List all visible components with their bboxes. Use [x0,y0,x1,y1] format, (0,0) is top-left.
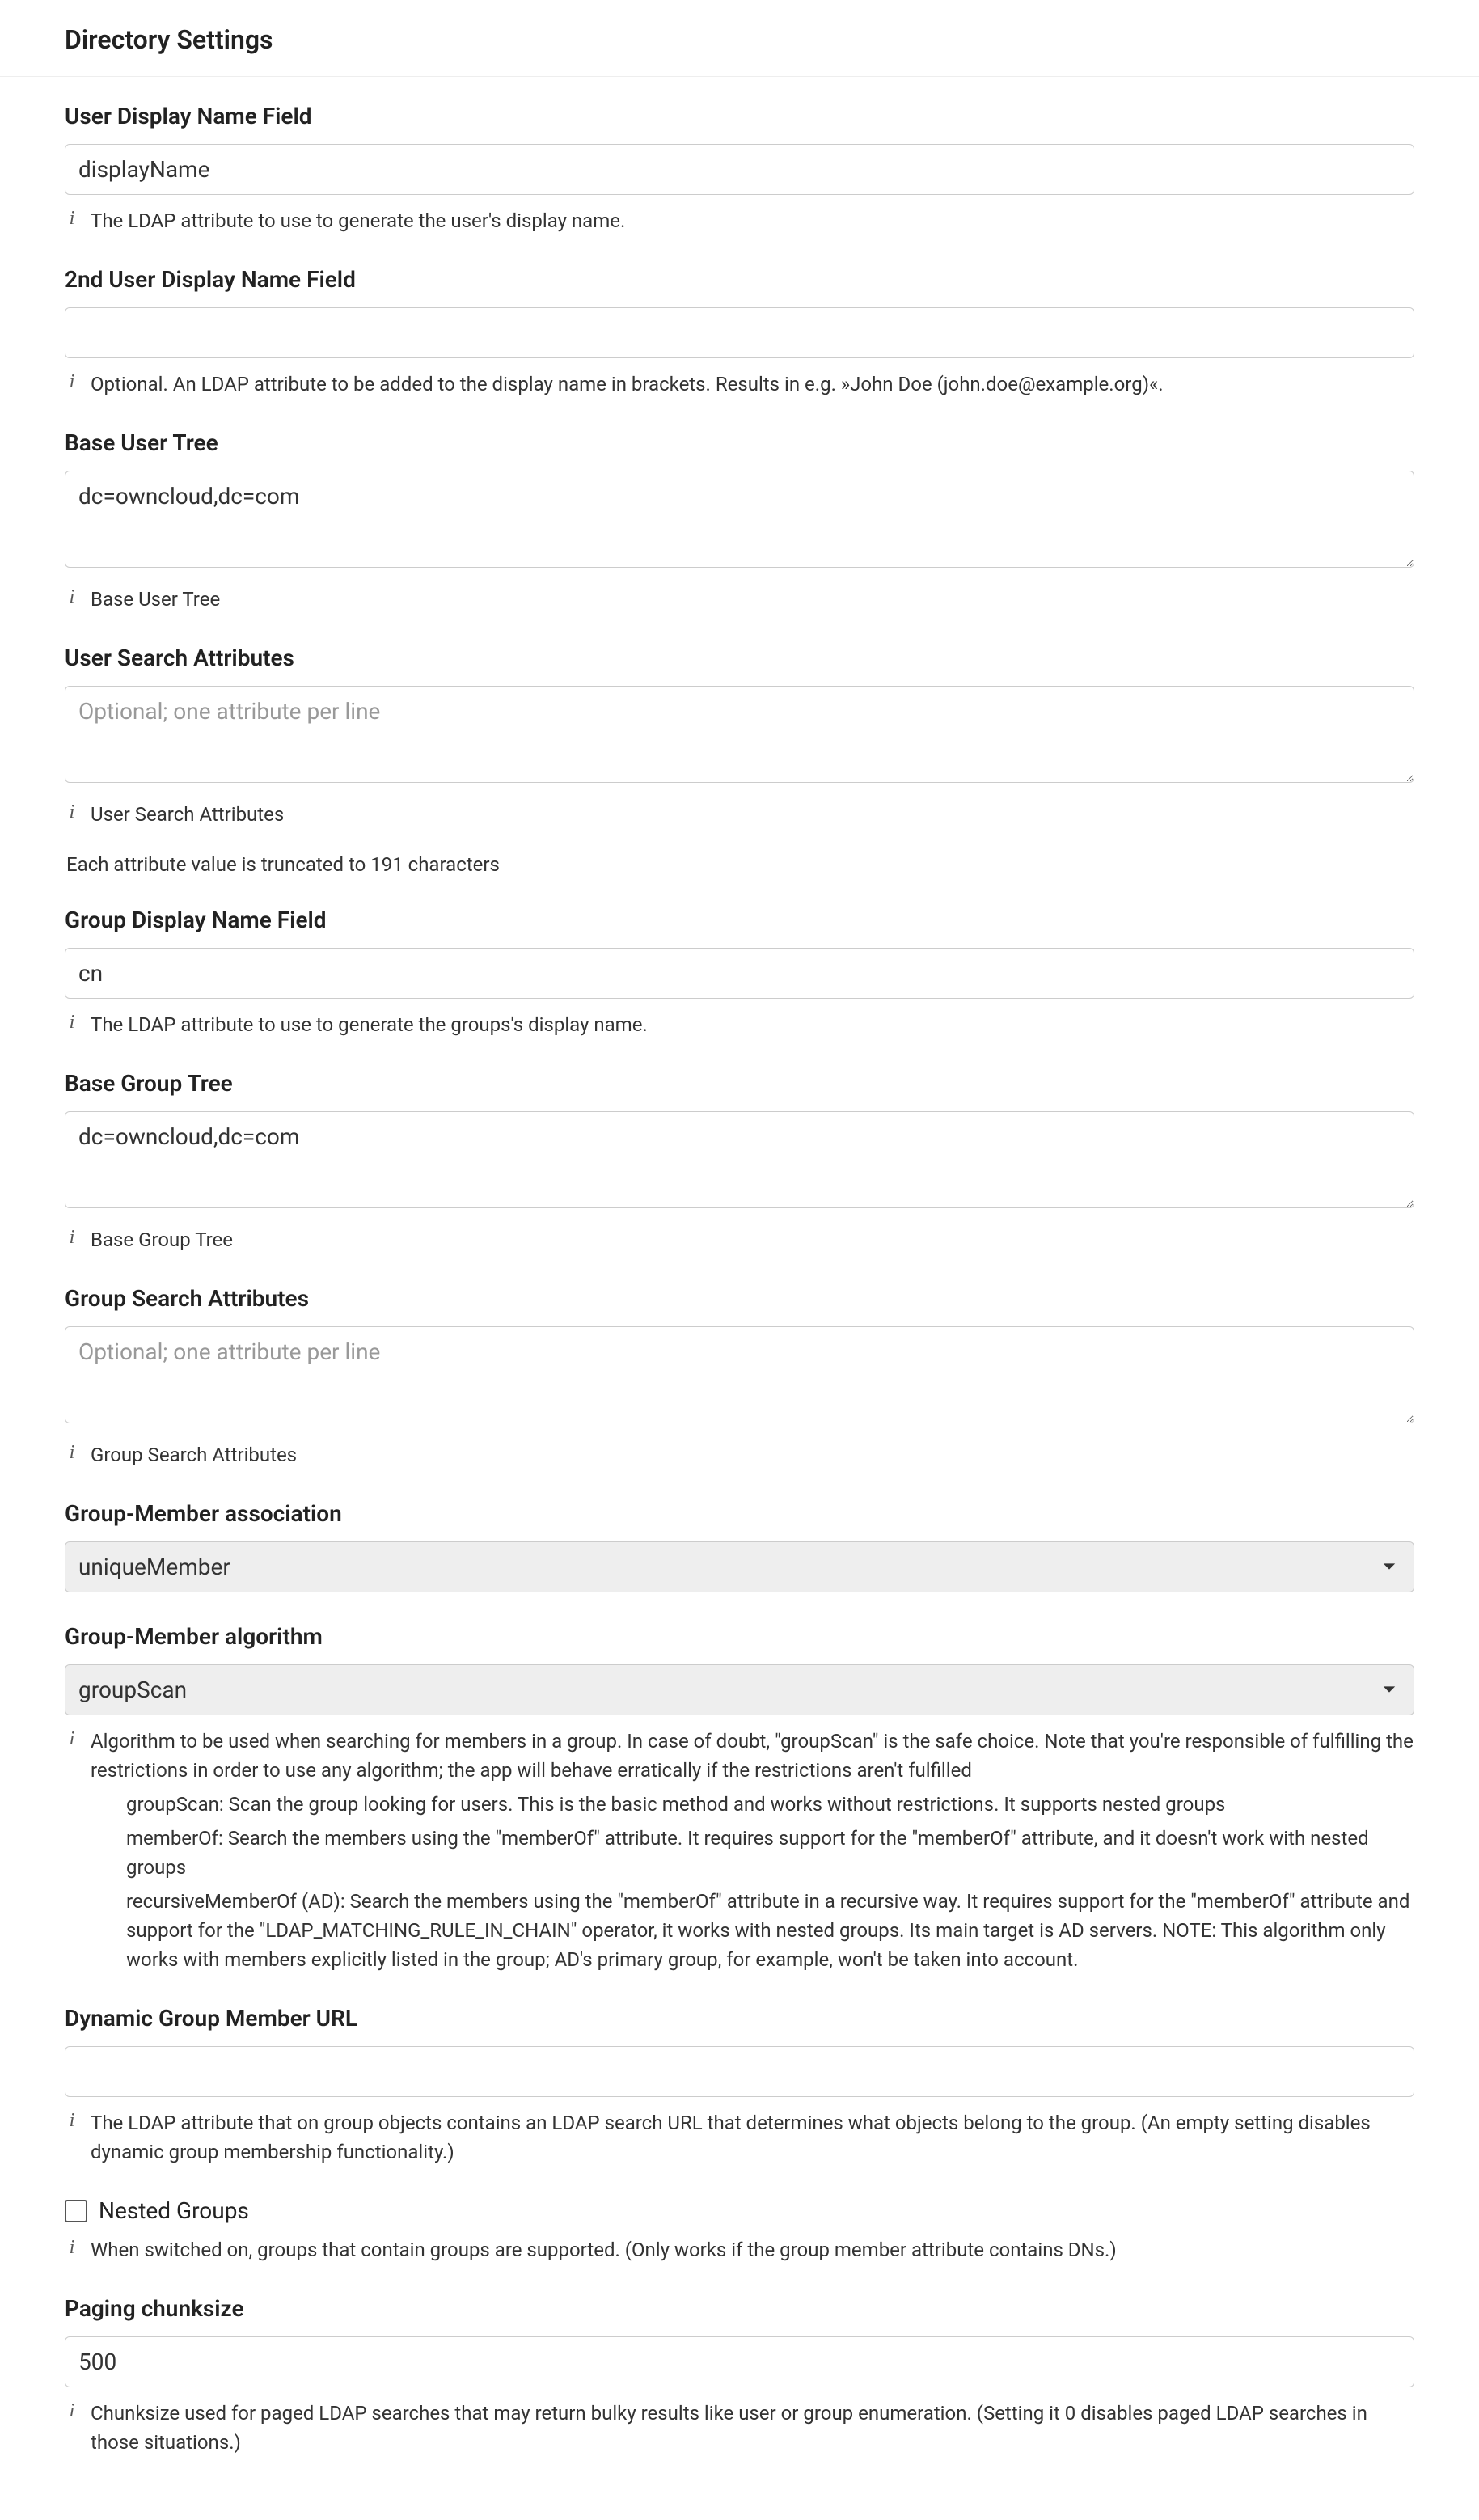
checkbox-nested-groups[interactable] [65,2200,87,2222]
textarea-user-search-attributes[interactable] [65,686,1414,783]
label-dynamic-group-member-url: Dynamic Group Member URL [65,2005,1414,2032]
checkbox-label-nested-groups: Nested Groups [99,2197,249,2224]
info-icon: i [65,2399,79,2424]
select-wrap: groupScan [65,1664,1414,1715]
label-paging-chunksize: Paging chunksize [65,2295,1414,2322]
info-icon: i [65,1440,79,1465]
input-group-display-name[interactable] [65,948,1414,999]
help-text: Group Search Attributes [91,1440,297,1469]
help-user-display-name: i The LDAP attribute to use to generate … [65,206,1414,235]
info-icon: i [65,1010,79,1035]
label-group-member-association: Group-Member association [65,1500,1414,1527]
info-icon: i [65,370,79,395]
label-base-user-tree: Base User Tree [65,429,1414,456]
info-icon: i [65,1225,79,1250]
help-text: Chunksize used for paged LDAP searches t… [91,2399,1414,2457]
field-group-member-algorithm: Group-Member algorithm groupScan i Algor… [65,1623,1414,1974]
help-nested-groups: i When switched on, groups that contain … [65,2235,1414,2264]
help-group-search-attributes: i Group Search Attributes [65,1440,1414,1469]
select-group-member-algorithm[interactable]: groupScan [65,1664,1414,1715]
input-dynamic-group-member-url[interactable] [65,2046,1414,2097]
help-user-search-attributes: i User Search Attributes [65,800,1414,829]
help-base-user-tree: i Base User Tree [65,585,1414,614]
page-title: Directory Settings [65,24,1479,55]
help-text: The LDAP attribute to use to generate th… [91,206,625,235]
help-text: Base User Tree [91,585,220,614]
help-text: Base Group Tree [91,1225,233,1254]
help-text: When switched on, groups that contain gr… [91,2235,1117,2264]
info-icon: i [65,585,79,610]
field-group-member-association: Group-Member association uniqueMember [65,1500,1414,1592]
algorithm-subitem: memberOf: Search the members using the "… [126,1824,1414,1882]
help-text: The LDAP attribute that on group objects… [91,2108,1414,2167]
help-paging-chunksize: i Chunksize used for paged LDAP searches… [65,2399,1414,2457]
label-group-member-algorithm: Group-Member algorithm [65,1623,1414,1650]
select-wrap: uniqueMember [65,1541,1414,1592]
help-base-group-tree: i Base Group Tree [65,1225,1414,1254]
select-group-member-association[interactable]: uniqueMember [65,1541,1414,1592]
field-user-display-name: User Display Name Field i The LDAP attri… [65,103,1414,235]
algorithm-subitem: recursiveMemberOf (AD): Search the membe… [126,1887,1414,1974]
input-user-display-name[interactable] [65,144,1414,195]
help-text: The LDAP attribute to use to generate th… [91,1010,648,1039]
label-user-display-name: User Display Name Field [65,103,1414,129]
textarea-base-group-tree[interactable] [65,1111,1414,1208]
label-user-display-name-2: 2nd User Display Name Field [65,266,1414,293]
help-text: Optional. An LDAP attribute to be added … [91,370,1164,399]
help-text: User Search Attributes [91,800,284,829]
input-paging-chunksize[interactable] [65,2336,1414,2387]
textarea-group-search-attributes[interactable] [65,1326,1414,1423]
settings-form: User Display Name Field i The LDAP attri… [0,77,1479,2520]
help-user-display-name-2: i Optional. An LDAP attribute to be adde… [65,370,1414,399]
field-base-group-tree: Base Group Tree i Base Group Tree [65,1070,1414,1254]
textarea-base-user-tree[interactable] [65,471,1414,568]
info-icon: i [65,2108,79,2133]
field-group-search-attributes: Group Search Attributes i Group Search A… [65,1285,1414,1469]
info-icon: i [65,1727,79,1752]
field-dynamic-group-member-url: Dynamic Group Member URL i The LDAP attr… [65,2005,1414,2167]
checkbox-row-nested-groups[interactable]: Nested Groups [65,2197,1414,2224]
field-user-search-attributes: User Search Attributes i User Search Att… [65,645,1414,876]
note-user-search-attributes: Each attribute value is truncated to 191… [66,853,1414,876]
info-icon: i [65,206,79,231]
help-dynamic-group-member-url: i The LDAP attribute that on group objec… [65,2108,1414,2167]
algorithm-sublist: groupScan: Scan the group looking for us… [126,1790,1414,1974]
help-text: Algorithm to be used when searching for … [91,1727,1414,1785]
input-user-display-name-2[interactable] [65,307,1414,358]
info-icon: i [65,800,79,825]
field-group-display-name: Group Display Name Field i The LDAP attr… [65,907,1414,1039]
label-user-search-attributes: User Search Attributes [65,645,1414,671]
field-base-user-tree: Base User Tree i Base User Tree [65,429,1414,614]
label-base-group-tree: Base Group Tree [65,1070,1414,1097]
algorithm-subitem: groupScan: Scan the group looking for us… [126,1790,1414,1819]
info-icon: i [65,2235,79,2260]
field-nested-groups: Nested Groups i When switched on, groups… [65,2197,1414,2264]
field-paging-chunksize: Paging chunksize i Chunksize used for pa… [65,2295,1414,2457]
label-group-display-name: Group Display Name Field [65,907,1414,933]
field-user-display-name-2: 2nd User Display Name Field i Optional. … [65,266,1414,399]
label-group-search-attributes: Group Search Attributes [65,1285,1414,1312]
page-header: Directory Settings [0,0,1479,77]
help-group-member-algorithm: i Algorithm to be used when searching fo… [65,1727,1414,1785]
help-group-display-name: i The LDAP attribute to use to generate … [65,1010,1414,1039]
